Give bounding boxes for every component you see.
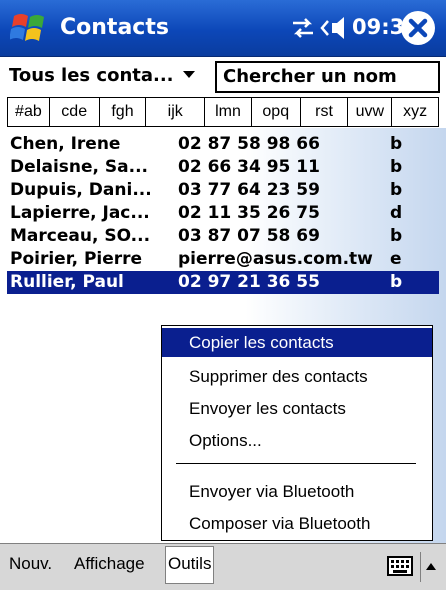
speaker-icon[interactable] [320, 15, 352, 41]
menu-item-dial-bluetooth[interactable]: Composer via Bluetooth [162, 509, 432, 538]
contact-type: b [390, 180, 403, 200]
menu-tools[interactable]: Outils [165, 546, 215, 584]
letter-tab[interactable]: lmn [205, 98, 252, 126]
letter-tab[interactable]: uvw [348, 98, 393, 126]
menu-item-send-contacts[interactable]: Envoyer les contacts [162, 394, 432, 423]
app-title: Contacts [60, 15, 169, 40]
contact-name: Rullier, Paul [10, 272, 124, 292]
letter-tab[interactable]: ijk [146, 98, 206, 126]
sync-icon[interactable] [289, 15, 317, 41]
menu-separator [176, 463, 416, 464]
category-dropdown[interactable]: Tous les conta... [9, 65, 195, 86]
contact-detail: 02 11 35 26 75 [178, 203, 320, 223]
letter-tab[interactable]: opq [252, 98, 301, 126]
contact-detail: 02 87 58 98 66 [178, 134, 320, 154]
contact-type: b [390, 157, 403, 177]
contact-detail: 03 87 07 58 69 [178, 226, 320, 246]
letter-tab[interactable]: fgh [100, 98, 147, 126]
contact-name: Lapierre, Jac... [10, 203, 150, 223]
contact-detail: pierre@asus.com.tw [178, 249, 373, 269]
close-icon [408, 18, 428, 38]
letter-tab[interactable]: #ab [8, 98, 50, 126]
letter-tab[interactable]: rst [301, 98, 349, 126]
contact-type: e [390, 249, 402, 269]
contact-detail: 02 66 34 95 11 [178, 157, 320, 177]
contact-name: Poirier, Pierre [10, 249, 143, 269]
contact-row[interactable]: Lapierre, Jac... 02 11 35 26 75 d [7, 202, 439, 225]
contact-row[interactable]: Marceau, SO... 03 87 07 58 69 b [7, 225, 439, 248]
letter-tabs: #ab cde fgh ijk lmn opq rst uvw xyz [7, 97, 439, 127]
contact-row[interactable]: Dupuis, Dani... 03 77 64 23 59 b [7, 179, 439, 202]
contact-row-selected[interactable]: Rullier, Paul 02 97 21 36 55 b [7, 271, 439, 294]
contact-name: Marceau, SO... [10, 226, 151, 246]
contact-detail: 03 77 64 23 59 [178, 180, 320, 200]
contact-row[interactable]: Poirier, Pierre pierre@asus.com.tw e [7, 248, 439, 271]
contact-type: b [390, 226, 403, 246]
close-button[interactable] [401, 11, 435, 45]
contact-name: Dupuis, Dani... [10, 180, 152, 200]
contact-type: d [390, 203, 403, 223]
title-bar: Contacts 09:38 [0, 0, 446, 57]
contact-type: b [390, 272, 403, 292]
contact-row[interactable]: Delaisne, Sa... 02 66 34 95 11 b [7, 156, 439, 179]
category-label: Tous les conta... [9, 65, 174, 86]
letter-tab[interactable]: xyz [392, 98, 438, 126]
contact-detail: 02 97 21 36 55 [178, 272, 320, 292]
letter-tab[interactable]: cde [50, 98, 100, 126]
contact-name: Delaisne, Sa... [10, 157, 148, 177]
menu-item-options[interactable]: Options... [162, 426, 432, 455]
chevron-down-icon [182, 71, 195, 78]
menu-new[interactable]: Nouv. [9, 554, 52, 574]
windows-start-icon[interactable] [10, 10, 52, 48]
contact-type: b [390, 134, 403, 154]
menu-item-copy-contacts[interactable]: Copier les contacts [162, 328, 432, 357]
up-arrow-icon [426, 563, 436, 570]
filter-row: Tous les conta... Chercher un nom [0, 57, 446, 97]
input-panel-toggle[interactable] [420, 552, 440, 582]
menu-view[interactable]: Affichage [74, 554, 145, 574]
menu-item-delete-contacts[interactable]: Supprimer des contacts [162, 362, 432, 391]
contact-row[interactable]: Chen, Irene 02 87 58 98 66 b [7, 133, 439, 156]
contact-name: Chen, Irene [10, 134, 121, 154]
keyboard-icon[interactable] [387, 556, 413, 576]
bottom-menu-bar: Nouv. Affichage Outils [0, 543, 446, 590]
search-input[interactable]: Chercher un nom [215, 61, 440, 93]
tools-menu: Copier les contacts Supprimer des contac… [161, 325, 433, 541]
menu-item-send-bluetooth[interactable]: Envoyer via Bluetooth [162, 477, 432, 506]
